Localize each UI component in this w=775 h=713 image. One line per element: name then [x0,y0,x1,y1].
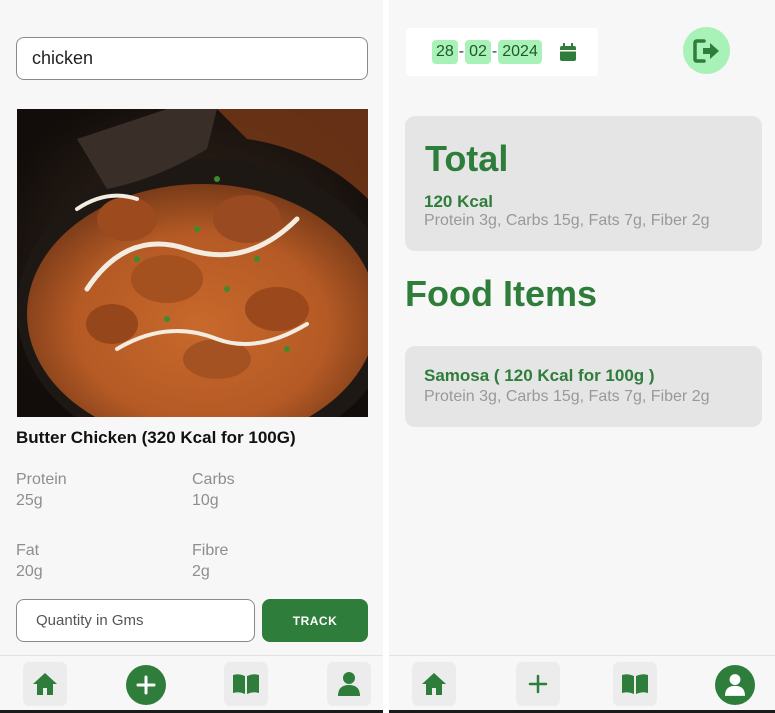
quantity-input[interactable]: Quantity in Gms [16,599,255,642]
calendar-icon[interactable] [559,42,577,62]
nutrient-fibre: Fibre 2g [192,540,228,582]
nav-diary[interactable] [224,662,268,706]
food-search-screen: chicken Butter Chicken (320 Kcal for 100… [0,0,383,713]
food-item-name: Samosa ( 120 Kcal for 100g ) [424,366,655,385]
nutrient-carbs: Carbs 10g [192,469,235,511]
bottom-nav [389,655,775,713]
nav-add[interactable] [126,665,166,705]
food-title: Butter Chicken (320 Kcal for 100G) [16,428,296,447]
nav-profile[interactable] [715,665,755,705]
user-icon [725,674,745,696]
date-separator: - [491,43,498,60]
daily-log-screen: 28 - 02 - 2024 Total 120 Kcal Protein 3g… [389,0,775,713]
food-item-macros: Protein 3g, Carbs 15g, Fats 7g, Fiber 2g [424,388,710,405]
food-items-title: Food Items [405,273,598,314]
nutrient-label: Carbs [192,471,235,488]
total-macros: Protein 3g, Carbs 15g, Fats 7g, Fiber 2g [424,212,710,229]
nutrient-label: Fibre [192,542,229,559]
add-icon [528,674,548,694]
home-icon [422,673,446,695]
date-year[interactable]: 2024 [498,40,542,64]
nutrient-protein: Protein 25g [16,469,67,511]
total-title: Total [425,138,509,179]
nav-home[interactable] [23,662,67,706]
search-input[interactable]: chicken [16,37,368,80]
nutrient-label: Fat [16,542,40,559]
date-separator: - [458,43,465,60]
logout-icon [692,38,719,63]
food-item-card[interactable]: Samosa ( 120 Kcal for 100g ) Protein 3g,… [405,346,762,427]
date-day[interactable]: 28 [432,40,458,64]
track-button[interactable]: TRACK [262,599,368,642]
total-kcal: 120 Kcal [424,192,493,211]
book-icon [622,674,648,694]
search-input-value: chicken [32,48,94,68]
nutrient-label: Protein [16,471,67,488]
quantity-placeholder: Quantity in Gms [36,612,144,629]
nav-add[interactable] [516,662,560,706]
nutrient-value: 10g [192,492,219,509]
nutrient-value: 2g [192,563,210,580]
nutrient-value: 25g [16,492,43,509]
user-icon [338,672,360,696]
nutrient-value: 20g [16,563,43,580]
nav-diary[interactable] [613,662,657,706]
nav-profile[interactable] [327,662,371,706]
nav-home[interactable] [412,662,456,706]
home-icon [33,673,57,695]
logout-button[interactable] [683,27,730,74]
total-summary: 120 Kcal Protein 3g, Carbs 15g, Fats 7g,… [424,192,709,230]
bottom-nav [0,655,383,713]
nutrient-fat: Fat 20g [16,540,43,582]
food-image [17,109,368,417]
add-icon [136,675,156,695]
book-icon [233,674,259,694]
date-picker[interactable]: 28 - 02 - 2024 [406,28,598,76]
total-card [405,116,762,251]
date-month[interactable]: 02 [465,40,491,64]
